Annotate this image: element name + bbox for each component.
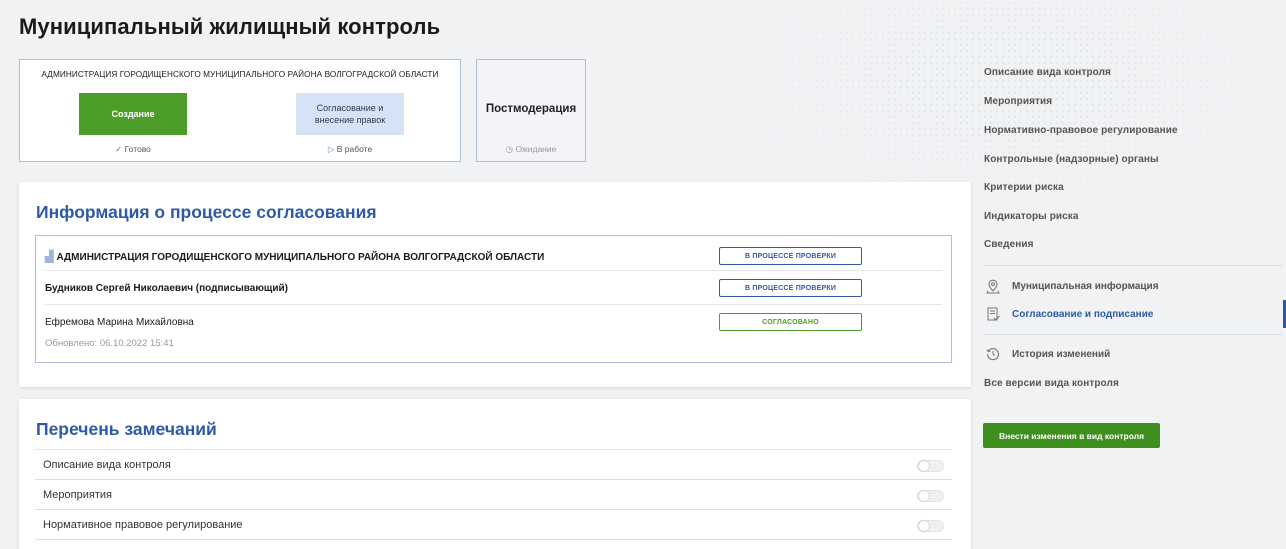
sidebar-item-all-versions[interactable]: Все версии вида контроля <box>984 378 1119 389</box>
sidebar-item-risk-criteria[interactable]: Критерии риска <box>984 182 1064 193</box>
remark-toggle[interactable] <box>917 520 944 532</box>
stage-approve-status-text: В работе <box>336 144 373 154</box>
page-title: Муниципальный жилищный контроль <box>19 14 441 39</box>
list-item: Описание вида контроля <box>35 450 952 480</box>
stage-postmoderation[interactable]: Постмодерация ◷ Ожидание <box>476 59 586 162</box>
approval-table: ▟ АДМИНИСТРАЦИЯ ГОРОДИЩЕНСКОГО МУНИЦИПАЛЬ… <box>35 235 952 363</box>
map-pin-icon <box>983 279 1003 294</box>
sidebar-nav: Описание вида контроля Мероприятия Норма… <box>973 0 1286 549</box>
stage-create-status-text: Готово <box>124 144 151 154</box>
stage-postmod-label: Постмодерация <box>485 103 577 115</box>
status-badge: В ПРОЦЕССЕ ПРОВЕРКИ <box>719 247 862 265</box>
approval-row-name: ▟ АДМИНИСТРАЦИЯ ГОРОДИЩЕНСКОГО МУНИЦИПАЛЬ… <box>45 250 544 263</box>
approval-row-name: Будников Сергей Николаевич (подписывающи… <box>45 283 288 294</box>
sidebar-item-approval-signing[interactable]: Согласование и подписание <box>983 300 1286 328</box>
sidebar-item-history[interactable]: История изменений <box>983 340 1286 368</box>
history-icon <box>983 347 1003 361</box>
approval-info-card: Информация о процессе согласования ▟ АДМИ… <box>19 182 971 387</box>
edit-control-type-button[interactable]: Внести изменения в вид контроля <box>983 423 1160 448</box>
status-badge: В ПРОЦЕССЕ ПРОВЕРКИ <box>719 279 862 297</box>
sidebar-item-label: История изменений <box>1012 348 1111 360</box>
stage-approve[interactable]: Согласование и внесение правок <box>296 93 404 135</box>
stage-postmod-status-text: Ожидание <box>515 144 557 154</box>
stage-approve-label-line2: внесение правок <box>314 115 386 125</box>
remarks-card: Перечень замечаний Описание вида контрол… <box>19 399 971 549</box>
remark-label: Описание вида контроля <box>43 458 171 471</box>
stage-create-status: ✓ Готово <box>79 144 187 155</box>
stage-approve-status: ▷ В работе <box>296 144 404 155</box>
sidebar-item-supervisory-bodies[interactable]: Контрольные (надзорные) органы <box>984 154 1159 165</box>
approval-row-signer: Будников Сергей Николаевич (подписывающи… <box>45 271 942 305</box>
sidebar-item-regulation[interactable]: Нормативно-правовое регулирование <box>984 125 1178 136</box>
stage-approve-label: Согласование и внесение правок <box>315 102 385 126</box>
sidebar-item-description[interactable]: Описание вида контроля <box>984 67 1111 78</box>
sidebar-item-info[interactable]: Сведения <box>984 239 1034 250</box>
stages-org-name: АДМИНИСТРАЦИЯ ГОРОДИЩЕНСКОГО МУНИЦИПАЛЬН… <box>41 70 439 79</box>
remarks-list: Описание вида контроля Мероприятия Норма… <box>35 449 952 549</box>
sidebar-item-label: Муниципальная информация <box>1012 280 1159 292</box>
sidebar-divider <box>984 334 1282 335</box>
remarks-title: Перечень замечаний <box>36 419 217 439</box>
list-item <box>35 540 952 549</box>
sidebar-item-label: Согласование и подписание <box>1012 308 1154 320</box>
stage-approve-label-line1: Согласование и <box>316 103 384 113</box>
sidebar-item-events[interactable]: Мероприятия <box>984 96 1052 107</box>
sidebar-item-risk-indicators[interactable]: Индикаторы риска <box>984 211 1079 222</box>
sidebar-divider <box>984 265 1282 266</box>
remark-toggle[interactable] <box>917 490 944 502</box>
approval-row-name: Ефремова Марина Михайловна <box>45 317 194 328</box>
workflow-stages-panel: АДМИНИСТРАЦИЯ ГОРОДИЩЕНСКОГО МУНИЦИПАЛЬН… <box>19 59 461 162</box>
clock-icon: ◷ <box>505 144 514 154</box>
status-badge: СОГЛАСОВАНО <box>719 313 862 331</box>
sidebar-item-municipal-info[interactable]: Муниципальная информация <box>983 272 1286 300</box>
list-item: Мероприятия <box>35 480 952 510</box>
document-check-icon <box>983 307 1003 322</box>
list-item: Нормативное правовое регулирование <box>35 510 952 540</box>
approval-info-title: Информация о процессе согласования <box>36 202 377 222</box>
check-icon: ✓ <box>115 144 123 154</box>
remark-label: Нормативное правовое регулирование <box>43 518 243 531</box>
approval-row-org: ▟ АДМИНИСТРАЦИЯ ГОРОДИЩЕНСКОГО МУНИЦИПАЛЬ… <box>45 236 942 271</box>
approval-updated-timestamp: Обновлено: 06.10.2022 15:41 <box>45 338 174 349</box>
play-icon: ▷ <box>327 144 335 154</box>
stage-postmod-status: ◷ Ожидание <box>477 144 585 155</box>
approval-row-approver: Ефремова Марина Михайловна СОГЛАСОВАНО О… <box>45 305 942 361</box>
stage-create-label: Создание <box>111 109 155 119</box>
remark-toggle[interactable] <box>917 460 944 472</box>
approval-org-name: АДМИНИСТРАЦИЯ ГОРОДИЩЕНСКОГО МУНИЦИПАЛЬН… <box>56 252 545 263</box>
stage-create[interactable]: Создание <box>79 93 187 135</box>
remark-label: Мероприятия <box>43 488 112 501</box>
building-icon: ▟ <box>45 251 54 263</box>
